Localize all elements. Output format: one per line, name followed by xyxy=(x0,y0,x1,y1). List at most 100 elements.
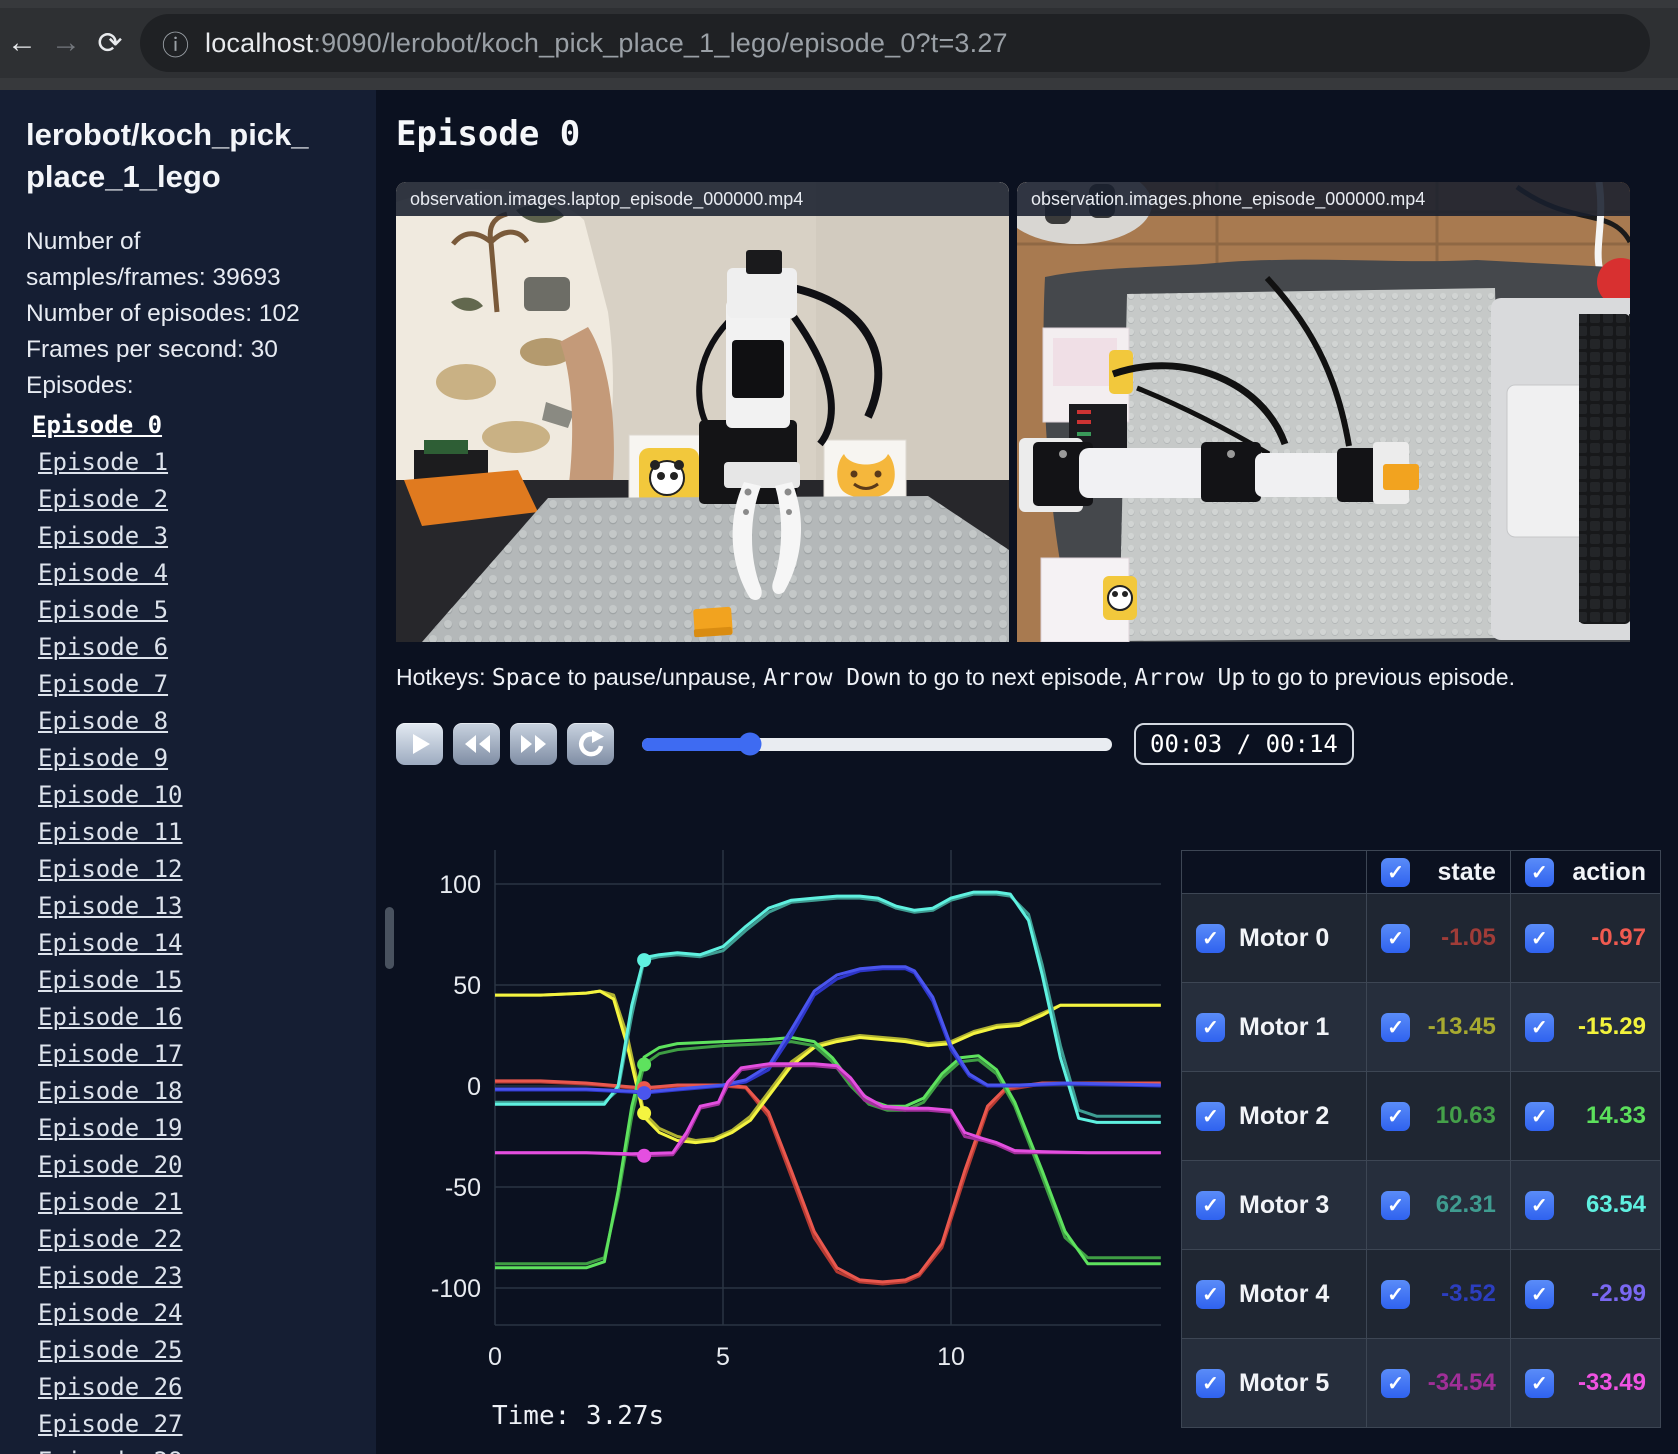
motor-action-value: 63.54 xyxy=(1585,1191,1646,1218)
sidebar-episode-link[interactable]: Episode 27 xyxy=(38,1410,183,1438)
motor-name: Motor 1 xyxy=(1239,1012,1330,1041)
hotkeys-text: Hotkeys: Space to pause/unpause, Arrow D… xyxy=(396,664,1678,694)
play-button[interactable] xyxy=(396,723,443,765)
sidebar-episode-link[interactable]: Episode 6 xyxy=(38,633,168,661)
sidebar-episode-link[interactable]: Episode 4 xyxy=(38,559,168,587)
sidebar-episode-link[interactable]: Episode 11 xyxy=(38,818,183,846)
sidebar-episode-link[interactable]: Episode 24 xyxy=(38,1299,183,1327)
checkbox[interactable]: ✓ xyxy=(1524,1368,1554,1398)
action-header-label: action xyxy=(1572,857,1646,886)
checkbox[interactable]: ✓ xyxy=(1196,923,1225,953)
sidebar: lerobot/koch_pick_place_1_lego Number of… xyxy=(0,90,376,1454)
sidebar-episode-link[interactable]: Episode 23 xyxy=(38,1262,183,1290)
sidebar-episode-link[interactable]: Episode 17 xyxy=(38,1040,183,1068)
browser-toolbar: ← → ⟳ ⓘ localhost:9090/lerobot/koch_pick… xyxy=(0,8,1678,78)
action-header-cell: ✓ action xyxy=(1509,850,1662,894)
checkbox[interactable]: ✓ xyxy=(1381,923,1411,953)
checkbox[interactable]: ✓ xyxy=(1381,1279,1411,1309)
checkbox[interactable]: ✓ xyxy=(1524,857,1554,887)
sidebar-episode-link[interactable]: Episode 1 xyxy=(38,448,168,476)
checkbox[interactable]: ✓ xyxy=(1381,1101,1411,1131)
checkbox[interactable]: ✓ xyxy=(1196,1190,1225,1220)
chart-line xyxy=(495,1079,1161,1284)
checkbox[interactable]: ✓ xyxy=(1524,923,1554,953)
play-icon xyxy=(412,734,430,754)
url-text[interactable]: localhost:9090/lerobot/koch_pick_place_1… xyxy=(205,28,1008,59)
sidebar-episode-link[interactable]: Episode 26 xyxy=(38,1373,183,1401)
checkbox[interactable]: ✓ xyxy=(1196,1012,1225,1042)
checkbox[interactable]: ✓ xyxy=(1196,1279,1225,1309)
motor-action-value: -15.29 xyxy=(1577,1013,1646,1040)
url-bar[interactable]: ⓘ localhost:9090/lerobot/koch_pick_place… xyxy=(140,14,1650,72)
checkbox[interactable]: ✓ xyxy=(1196,1368,1225,1398)
chart-line xyxy=(495,1062,1161,1156)
current-time-marker xyxy=(637,1086,652,1101)
x-tick-label: 0 xyxy=(488,1343,502,1371)
site-info-icon[interactable]: ⓘ xyxy=(162,24,189,63)
checkbox[interactable]: ✓ xyxy=(1381,1190,1411,1220)
current-time-marker xyxy=(637,1106,652,1121)
checkbox[interactable]: ✓ xyxy=(1524,1012,1554,1042)
hotkey-key: Arrow Up xyxy=(1134,665,1246,691)
sidebar-episode-link[interactable]: Episode 8 xyxy=(38,707,168,735)
loop-button[interactable] xyxy=(567,723,614,765)
checkbox[interactable]: ✓ xyxy=(1524,1279,1554,1309)
sidebar-episode-link[interactable]: Episode 10 xyxy=(38,781,183,809)
motor-action-cell: ✓ -33.49 xyxy=(1509,1338,1662,1428)
hotkey-text: to pause/unpause, xyxy=(561,664,764,690)
motor-chart[interactable]: 100 50 0 -50 -100 0 5 10 xyxy=(396,792,1176,1392)
sidebar-episode-link[interactable]: Episode 28 xyxy=(38,1447,183,1454)
main-content: Episode 0 observation.images.laptop_epis… xyxy=(376,90,1678,1454)
dataset-title: lerobot/koch_pick_place_1_lego xyxy=(26,117,309,195)
video-laptop[interactable]: observation.images.laptop_episode_000000… xyxy=(396,182,1009,642)
scrollbar-thumb[interactable] xyxy=(385,907,394,969)
motor-state-cell: ✓ 10.63 xyxy=(1366,1071,1511,1161)
motor-state-cell: ✓ -34.54 xyxy=(1366,1338,1511,1428)
seek-slider-thumb[interactable] xyxy=(738,732,762,756)
checkbox[interactable]: ✓ xyxy=(1196,1101,1225,1131)
sidebar-episode-link[interactable]: Episode 13 xyxy=(38,892,183,920)
checkbox[interactable]: ✓ xyxy=(1524,1190,1554,1220)
sidebar-episode-link[interactable]: Episode 3 xyxy=(38,522,168,550)
sidebar-episode-link[interactable]: Episode 19 xyxy=(38,1114,183,1142)
seek-slider[interactable] xyxy=(642,732,1112,756)
checkbox[interactable]: ✓ xyxy=(1381,857,1411,887)
toolbar-bottom-strip xyxy=(0,78,1678,90)
sidebar-episode-link[interactable]: Episode 9 xyxy=(38,744,168,772)
sidebar-episode-link[interactable]: Episode 18 xyxy=(38,1077,183,1105)
browser-chrome: ← → ⟳ ⓘ localhost:9090/lerobot/koch_pick… xyxy=(0,0,1678,90)
forward-icon[interactable]: → xyxy=(44,26,88,60)
sidebar-episode-link[interactable]: Episode 15 xyxy=(38,966,183,994)
sidebar-episode-link[interactable]: Episode 12 xyxy=(38,855,183,883)
checkbox[interactable]: ✓ xyxy=(1524,1101,1554,1131)
video-phone[interactable]: observation.images.phone_episode_000000.… xyxy=(1017,182,1630,642)
sidebar-episode-link[interactable]: Episode 7 xyxy=(38,670,168,698)
back-icon[interactable]: ← xyxy=(0,26,44,60)
sidebar-episode-link[interactable]: Episode 16 xyxy=(38,1003,183,1031)
checkbox[interactable]: ✓ xyxy=(1381,1012,1411,1042)
tab-strip xyxy=(0,0,1678,8)
sidebar-episode-link[interactable]: Episode 20 xyxy=(38,1151,183,1179)
sidebar-episode-link[interactable]: Episode 22 xyxy=(38,1225,183,1253)
reload-icon[interactable]: ⟳ xyxy=(88,26,132,61)
sidebar-episode-link[interactable]: Episode 5 xyxy=(38,596,168,624)
y-tick-label: -100 xyxy=(431,1275,481,1303)
rewind-button[interactable] xyxy=(453,723,500,765)
sidebar-episode-link[interactable]: Episode 14 xyxy=(38,929,183,957)
sidebar-episode-link[interactable]: Episode 0 xyxy=(32,411,162,439)
hotkey-text: to go to previous episode. xyxy=(1245,664,1515,690)
bottom-row: 100 50 0 -50 -100 0 5 10 Time: 3.27s ✓ state ✓ act… xyxy=(396,792,1678,1431)
time-display: 00:03 / 00:14 xyxy=(1134,723,1354,765)
sidebar-episode-link[interactable]: Episode 2 xyxy=(38,485,168,513)
sidebar-episode-link[interactable]: Episode 25 xyxy=(38,1336,183,1364)
sidebar-episode-link[interactable]: Episode 21 xyxy=(38,1188,183,1216)
motor-action-cell: ✓ 63.54 xyxy=(1509,1160,1662,1250)
fast-forward-button[interactable] xyxy=(510,723,557,765)
motor-name-cell: ✓ Motor 1 xyxy=(1180,982,1368,1072)
checkbox[interactable]: ✓ xyxy=(1381,1368,1411,1398)
motor-state-cell: ✓ -13.45 xyxy=(1366,982,1511,1072)
episode-list: Episode 0 Episode 1 Episode 2 Episode 3 Epis… xyxy=(26,406,350,1454)
chart-time-label: Time: 3.27s xyxy=(492,1401,665,1431)
chart-line xyxy=(495,1064,1161,1158)
motor-action-cell: ✓ -2.99 xyxy=(1509,1249,1662,1339)
